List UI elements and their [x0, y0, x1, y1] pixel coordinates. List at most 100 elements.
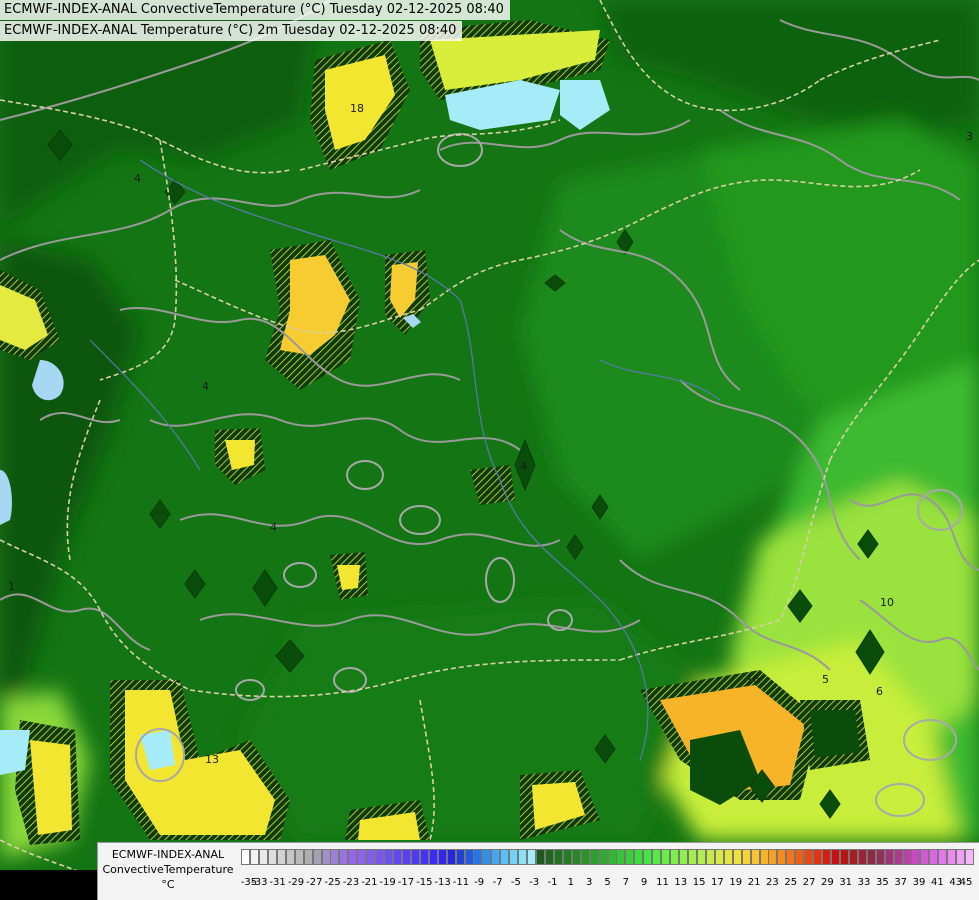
legend-tick-label: -27 — [306, 877, 323, 888]
legend-tick-label: -15 — [416, 877, 433, 888]
legend-swatch — [249, 849, 259, 865]
contour-label: 16 — [746, 673, 760, 686]
legend-tick-label: -13 — [434, 877, 451, 888]
legend-tick-label: 39 — [912, 877, 926, 888]
legend-swatch — [956, 849, 966, 865]
legend-swatch — [813, 849, 823, 865]
contour-label: 1 — [8, 580, 15, 593]
legend-swatch — [714, 849, 724, 865]
legend-tick-label: 11 — [656, 877, 669, 888]
legend-swatch — [839, 849, 849, 865]
legend-parameter: ConvectiveTemperature — [102, 863, 234, 876]
legend-swatch — [822, 849, 831, 865]
legend-swatch — [857, 849, 867, 865]
legend-swatch — [705, 849, 715, 865]
legend-unit: °C — [161, 878, 175, 891]
map-edge-fill — [0, 870, 97, 900]
contour-label: 3 — [966, 130, 973, 143]
legend-swatch — [303, 849, 313, 865]
legend-swatch — [401, 849, 411, 865]
legend-swatch — [455, 849, 465, 865]
temperature-map[interactable]: 18 4 4 4 4 1 5 6 16 13 10 3 — [0, 0, 979, 900]
legend-tick-label: -23 — [342, 877, 360, 888]
legend-swatch — [312, 849, 322, 865]
legend-swatch — [428, 849, 438, 865]
legend-swatch — [241, 849, 250, 865]
legend-swatch — [276, 849, 286, 865]
legend-tick-label: 23 — [766, 877, 779, 888]
legend-swatch — [634, 849, 644, 865]
legend-swatch — [366, 849, 376, 865]
legend-swatch — [553, 849, 563, 865]
legend-swatch — [527, 849, 536, 865]
legend-swatch — [866, 849, 876, 865]
legend-swatch — [357, 849, 367, 865]
legend-swatch — [518, 849, 528, 865]
legend-swatch — [330, 849, 340, 865]
legend-swatch — [384, 849, 393, 865]
contour-label: 4 — [202, 380, 209, 393]
legend-swatch — [607, 849, 617, 865]
legend-tick-label: 9 — [640, 877, 648, 888]
legend-swatch — [795, 849, 805, 865]
legend-swatch — [419, 849, 429, 865]
contour-label: 6 — [876, 685, 883, 698]
legend-swatch — [929, 849, 939, 865]
contour-label: 13 — [205, 753, 219, 766]
legend-swatch — [741, 849, 751, 865]
contour-label: 18 — [350, 102, 364, 115]
legend-tick-label: -31 — [269, 877, 286, 888]
legend-tick-label: 1 — [567, 877, 574, 888]
legend-tick-label: -21 — [361, 877, 378, 888]
legend-swatch — [491, 849, 501, 865]
legend-tick-label: 29 — [821, 877, 834, 888]
legend-tick-label: 13 — [674, 877, 688, 888]
legend-swatch — [750, 849, 760, 865]
legend-tick-label: 15 — [692, 877, 706, 888]
map-title-convective: ECMWF-INDEX-ANAL ConvectiveTemperature (… — [0, 0, 510, 20]
contour-label: 5 — [822, 673, 829, 686]
legend-tick-label: 17 — [711, 877, 724, 888]
legend-swatch — [902, 849, 912, 865]
contour-label: 4 — [134, 172, 141, 185]
legend-model: ECMWF-INDEX-ANAL — [111, 848, 225, 861]
legend-tick-label: 25 — [784, 877, 798, 888]
legend-tick-label: 21 — [747, 877, 761, 888]
legend-swatch — [661, 849, 671, 865]
color-legend: ECMWF-INDEX-ANAL ConvectiveTemperature °… — [97, 842, 979, 900]
map-title-temperature-2m: ECMWF-INDEX-ANAL Temperature (°C) 2m Tue… — [0, 21, 463, 41]
legend-swatch — [393, 849, 402, 865]
legend-swatch — [509, 849, 519, 865]
legend-swatch — [339, 849, 349, 865]
legend-swatch — [544, 849, 554, 865]
legend-swatch — [938, 849, 948, 865]
legend-swatch — [375, 849, 385, 865]
legend-tick-label: 5 — [604, 877, 611, 888]
legend-swatch — [831, 849, 840, 865]
legend-swatch — [616, 849, 626, 865]
legend-swatch — [571, 849, 581, 865]
legend-tick-label: -5 — [510, 877, 521, 888]
legend-tick-label: 31 — [839, 877, 853, 888]
legend-swatch — [446, 849, 456, 865]
legend-tick-label: 27 — [802, 877, 816, 888]
legend-swatch — [696, 849, 706, 865]
legend-swatch — [348, 849, 358, 865]
legend-swatch — [875, 849, 885, 865]
legend-swatch — [482, 849, 492, 865]
legend-tick-label: 41 — [931, 877, 944, 888]
legend-swatch — [580, 849, 590, 865]
legend-swatch — [965, 849, 975, 865]
legend-swatch — [562, 849, 572, 865]
legend-tick-label: -11 — [452, 877, 470, 888]
legend-tick-label: 3 — [586, 877, 593, 888]
legend-swatch — [589, 849, 599, 865]
contour-label: 4 — [270, 521, 277, 534]
legend-tick-label: -25 — [324, 877, 341, 888]
legend-tick-label: -9 — [474, 877, 485, 888]
legend-swatch — [321, 849, 331, 865]
legend-swatch — [500, 849, 510, 865]
legend-tick-label: 7 — [622, 877, 629, 888]
legend-tick-label: -19 — [379, 877, 396, 888]
legend-swatch — [848, 849, 858, 865]
